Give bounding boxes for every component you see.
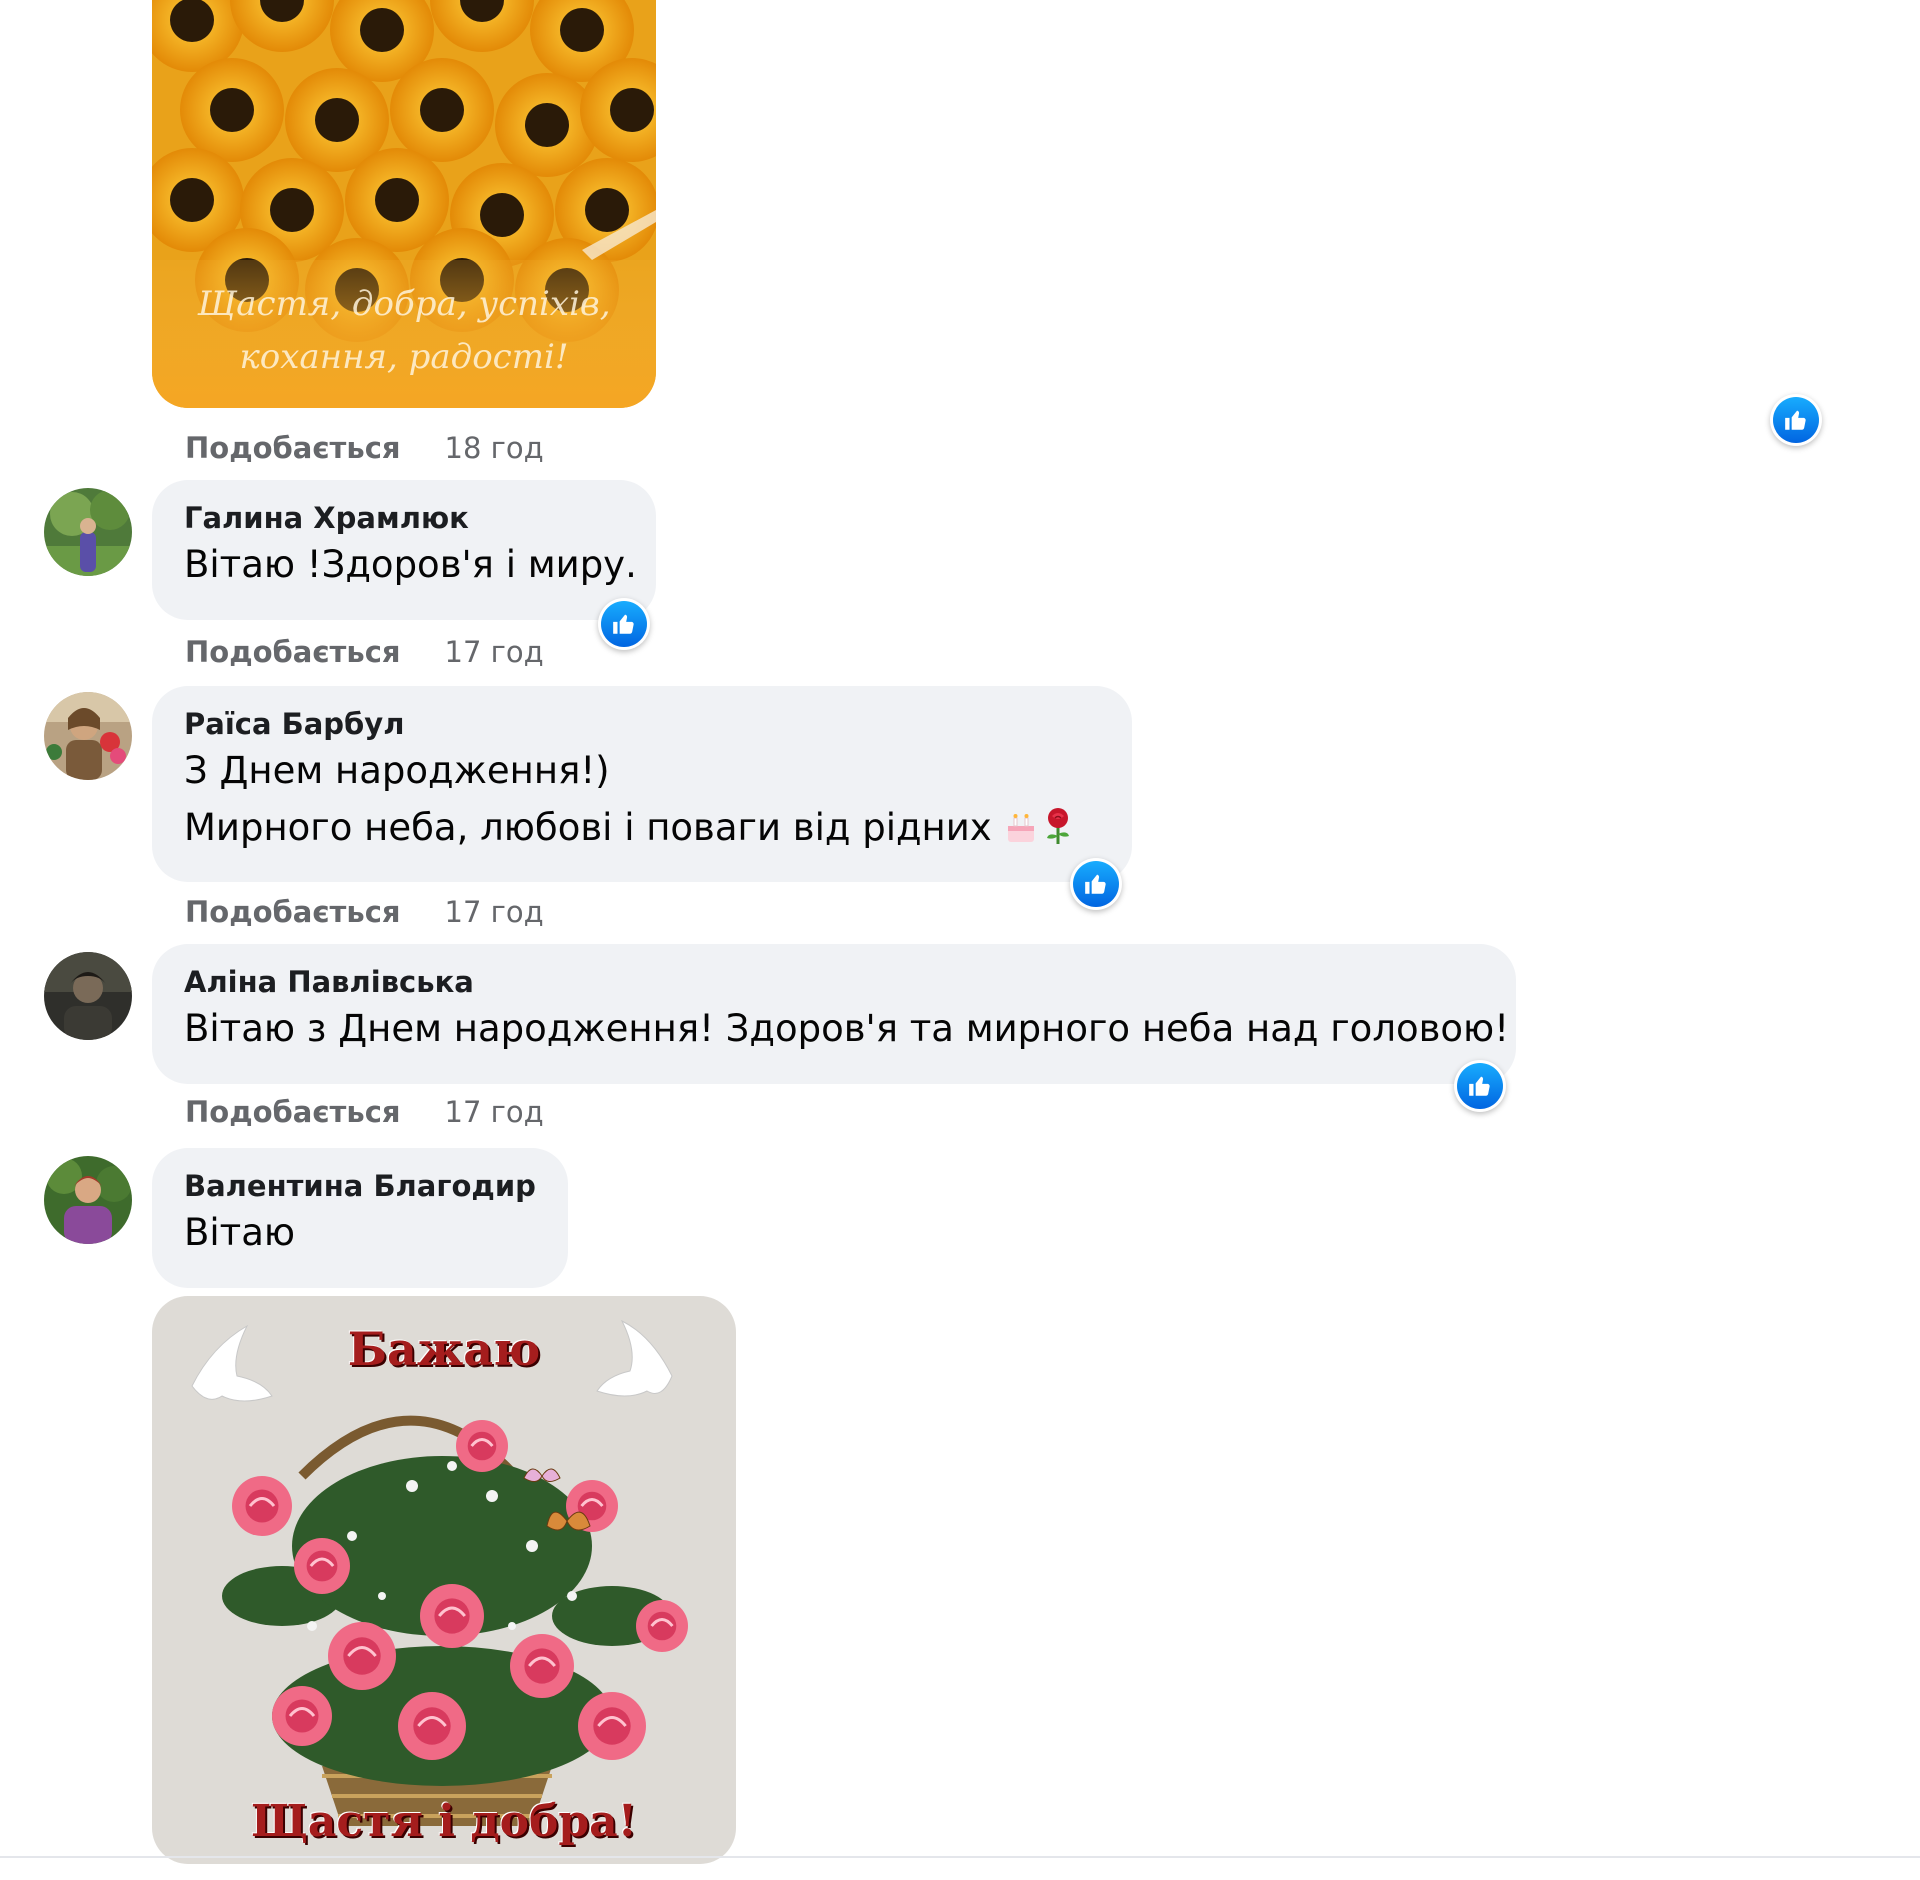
avatar[interactable] bbox=[44, 692, 132, 780]
sunflowers-image[interactable]: Щастя, добра, успіхів, кохання, радості! bbox=[152, 0, 656, 408]
avatar-photo bbox=[44, 488, 132, 576]
divider bbox=[0, 1856, 1920, 1858]
roses-basket-illustration bbox=[191, 1319, 688, 1826]
comment-bubble: Галина Храмлюк Вітаю !Здоров'я і миру. bbox=[152, 480, 656, 620]
comment-time[interactable]: 17 год bbox=[445, 635, 544, 669]
comment-actions-top: Подобається 18 год bbox=[185, 428, 544, 468]
comment-time[interactable]: 17 год bbox=[445, 1095, 544, 1129]
comment-bubble: Валентина Благодир Вітаю bbox=[152, 1148, 568, 1288]
avatar[interactable] bbox=[44, 488, 132, 576]
comment-text-line-1: З Днем народження!) bbox=[184, 749, 610, 792]
rose-icon bbox=[1039, 805, 1077, 862]
comment-author[interactable]: Аліна Павлівська bbox=[184, 964, 1484, 1000]
card-title-top: Бажаю bbox=[347, 1322, 541, 1376]
sunflowers-caption-2: кохання, радості! bbox=[239, 337, 568, 377]
thumbs-up-icon bbox=[1457, 1063, 1503, 1109]
sunflowers-illustration: Щастя, добра, успіхів, кохання, радості! bbox=[152, 0, 656, 408]
comment-author[interactable]: Галина Храмлюк bbox=[184, 500, 624, 536]
like-link[interactable]: Подобається bbox=[185, 1095, 401, 1129]
like-reaction-badge[interactable] bbox=[1770, 394, 1822, 446]
comment-author[interactable]: Раїса Барбул bbox=[184, 706, 1100, 742]
comment-actions: Подобається 17 год bbox=[185, 1092, 544, 1132]
avatar[interactable] bbox=[44, 1156, 132, 1244]
avatar-photo bbox=[44, 952, 132, 1040]
avatar-photo bbox=[44, 1156, 132, 1244]
like-link[interactable]: Подобається bbox=[185, 431, 401, 465]
thumbs-up-icon bbox=[1073, 861, 1119, 907]
like-link[interactable]: Подобається bbox=[185, 895, 401, 929]
greeting-card-image[interactable]: Бажаю Щастя і добра! bbox=[152, 1296, 736, 1864]
thumbs-up-icon bbox=[1773, 397, 1819, 443]
like-reaction-badge[interactable] bbox=[1070, 858, 1122, 910]
thumbs-up-icon bbox=[601, 601, 647, 647]
comment-bubble: Аліна Павлівська Вітаю з Днем народження… bbox=[152, 944, 1516, 1084]
comments-page: Щастя, добра, успіхів, кохання, радості!… bbox=[0, 0, 1920, 1880]
comment-text: Вітаю з Днем народження! Здоров'я та мир… bbox=[184, 1007, 1510, 1050]
like-reaction-badge[interactable] bbox=[1454, 1060, 1506, 1112]
comment-author[interactable]: Валентина Благодир bbox=[184, 1168, 536, 1204]
avatar-photo bbox=[44, 692, 132, 780]
birthday-cake-icon bbox=[1003, 805, 1039, 862]
comment-text: Мирного неба, любові і поваги від рідних bbox=[184, 806, 992, 849]
comment-actions: Подобається 17 год bbox=[185, 632, 544, 672]
comment-time[interactable]: 17 год bbox=[445, 895, 544, 929]
like-reaction-badge[interactable] bbox=[598, 598, 650, 650]
comment-text: Вітаю !Здоров'я і миру. bbox=[184, 543, 637, 586]
like-link[interactable]: Подобається bbox=[185, 635, 401, 669]
comment-text: Вітаю bbox=[184, 1211, 296, 1254]
comment-time[interactable]: 18 год bbox=[445, 431, 544, 465]
comment-actions: Подобається 17 год bbox=[185, 892, 544, 932]
card-title-bottom: Щастя і добра! bbox=[251, 1796, 637, 1847]
comment-text-line-2: Мирного неба, любові і поваги від рідних bbox=[184, 799, 1100, 862]
comment-bubble: Раїса Барбул З Днем народження!) Мирного… bbox=[152, 686, 1132, 882]
avatar[interactable] bbox=[44, 952, 132, 1040]
sunflowers-caption-1: Щастя, добра, успіхів, bbox=[196, 284, 610, 324]
